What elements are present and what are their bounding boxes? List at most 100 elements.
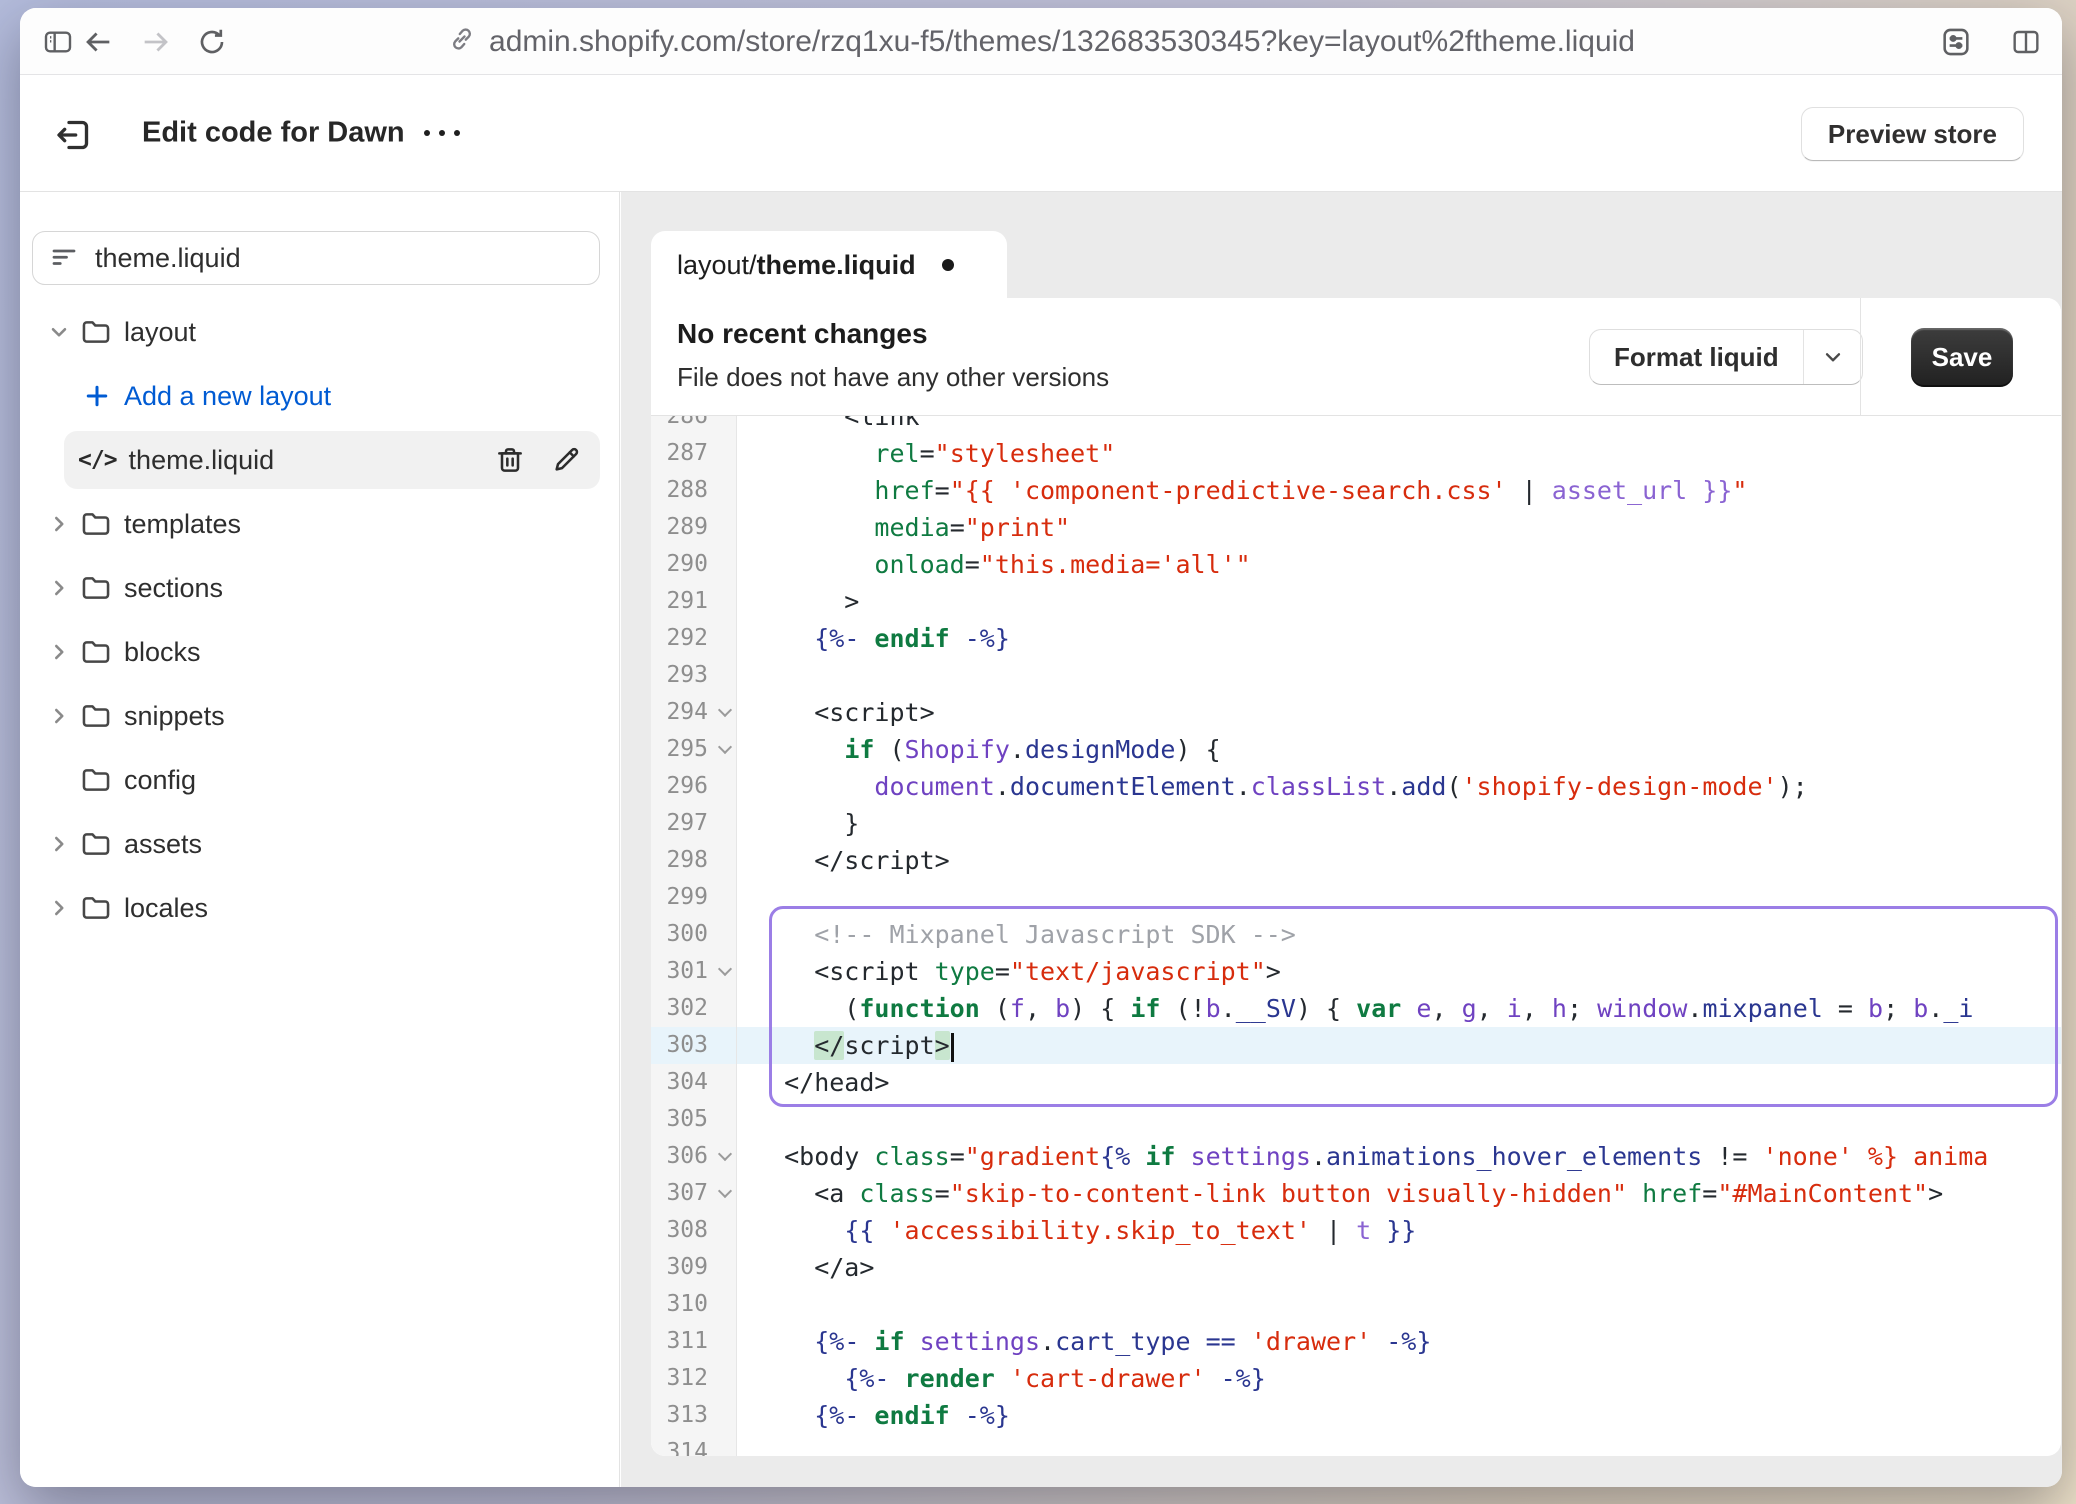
delete-file-icon[interactable] [488,444,532,476]
line-number[interactable]: 312 [651,1360,737,1397]
chevron-right-icon[interactable] [44,703,74,729]
reload-icon[interactable] [192,22,232,62]
chevron-right-icon[interactable] [44,831,74,857]
sidebar-folder-layout[interactable]: layout [20,308,607,356]
line-number[interactable]: 292 [651,620,737,657]
sidebar-item-theme.liquid[interactable]: </>theme.liquid [20,436,607,484]
forward-icon[interactable] [136,22,176,62]
line-number[interactable]: 303 [651,1027,737,1064]
code-line-313[interactable]: 313 {%- endif -%} [651,1397,2061,1434]
format-liquid-label[interactable]: Format liquid [1590,330,1803,384]
add-new-layout-action[interactable]: Add a new layout [20,372,607,420]
file-filter-input[interactable] [93,242,583,275]
page-settings-icon[interactable] [1936,22,1976,62]
code-line-310[interactable]: 310 [651,1286,2061,1323]
split-view-icon[interactable] [2006,22,2046,62]
code-line-307[interactable]: 307 <a class="skip-to-content-link butto… [651,1175,2061,1212]
line-number[interactable]: 311 [651,1323,737,1360]
preview-store-button[interactable]: Preview store [1801,107,2024,161]
format-options-chevron[interactable] [1803,330,1862,384]
code-line-301[interactable]: 301 <script type="text/javascript"> [651,953,2061,990]
line-number[interactable]: 287 [651,435,737,472]
code-line-297[interactable]: 297 } [651,805,2061,842]
sidebar-folder-locales[interactable]: locales [20,884,607,932]
code-line-296[interactable]: 296 document.documentElement.classList.a… [651,768,2061,805]
tab-theme-liquid[interactable]: layout/theme.liquid [651,231,1007,299]
address-bar[interactable]: admin.shopify.com/store/rzq1xu-f5/themes… [447,8,1635,75]
line-number[interactable]: 297 [651,805,737,842]
sidebar-folder-templates[interactable]: templates [20,500,607,548]
code-line-304[interactable]: 304 </head> [651,1064,2061,1101]
line-number[interactable]: 299 [651,879,737,916]
back-icon[interactable] [78,22,118,62]
code-line-289[interactable]: 289 media="print" [651,509,2061,546]
line-number[interactable]: 304 [651,1064,737,1101]
line-number[interactable]: 298 [651,842,737,879]
code-line-306[interactable]: 306 <body class="gradient{% if settings.… [651,1138,2061,1175]
more-actions-icon[interactable] [424,130,460,136]
code-line-302[interactable]: 302 (function (f, b) { if (!b.__SV) { va… [651,990,2061,1027]
fold-chevron-icon[interactable] [718,740,732,754]
code-line-312[interactable]: 312 {%- render 'cart-drawer' -%} [651,1360,2061,1397]
line-number[interactable]: 309 [651,1249,737,1286]
code-line-303[interactable]: 303 </script> [651,1027,2061,1064]
line-number[interactable]: 310 [651,1286,737,1323]
line-number[interactable]: 293 [651,657,737,694]
chevron-down-icon[interactable] [44,319,74,345]
chevron-right-icon[interactable] [44,639,74,665]
sidebar-folder-snippets[interactable]: snippets [20,692,607,740]
file-filter-field[interactable] [32,231,600,285]
line-number[interactable]: 296 [651,768,737,805]
chevron-right-icon[interactable] [44,511,74,537]
line-number[interactable]: 306 [651,1138,737,1175]
line-number[interactable]: 288 [651,472,737,509]
line-number[interactable]: 300 [651,916,737,953]
line-number[interactable]: 289 [651,509,737,546]
line-number[interactable]: 290 [651,546,737,583]
code-line-298[interactable]: 298 </script> [651,842,2061,879]
sidebar-folder-assets[interactable]: assets [20,820,607,868]
code-line-308[interactable]: 308 {{ 'accessibility.skip_to_text' | t … [651,1212,2061,1249]
format-liquid-button[interactable]: Format liquid [1589,329,1863,385]
selected-file-row[interactable]: </>theme.liquid [64,431,600,489]
code-line-300[interactable]: 300 <!-- Mixpanel Javascript SDK --> [651,916,2061,953]
fold-chevron-icon[interactable] [718,1184,732,1198]
code-line-305[interactable]: 305 [651,1101,2061,1138]
line-number[interactable]: 302 [651,990,737,1027]
code-line-292[interactable]: 292 {%- endif -%} [651,620,2061,657]
line-number[interactable]: 314 [651,1434,737,1456]
chevron-right-icon[interactable] [44,575,74,601]
code-line-299[interactable]: 299 [651,879,2061,916]
line-number[interactable]: 301 [651,953,737,990]
sidebar-folder-sections[interactable]: sections [20,564,607,612]
line-number[interactable]: 313 [651,1397,737,1434]
line-number[interactable]: 291 [651,583,737,620]
line-number[interactable]: 286 [651,416,737,435]
code-line-291[interactable]: 291 > [651,583,2061,620]
line-number[interactable]: 295 [651,731,737,768]
line-number[interactable]: 305 [651,1101,737,1138]
sidebar-folder-config[interactable]: config [20,756,607,804]
chevron-right-icon[interactable] [44,895,74,921]
fold-chevron-icon[interactable] [718,962,732,976]
code-editor[interactable]: 286 <link287 rel="stylesheet"288 href="{… [651,416,2061,1456]
code-line-288[interactable]: 288 href="{{ 'component-predictive-searc… [651,472,2061,509]
code-line-293[interactable]: 293 [651,657,2061,694]
sidebar-toggle-icon[interactable] [38,22,78,62]
code-line-294[interactable]: 294 <script> [651,694,2061,731]
fold-chevron-icon[interactable] [718,703,732,717]
line-number[interactable]: 307 [651,1175,737,1212]
code-line-287[interactable]: 287 rel="stylesheet" [651,435,2061,472]
fold-chevron-icon[interactable] [718,1147,732,1161]
code-line-309[interactable]: 309 </a> [651,1249,2061,1286]
rename-file-icon[interactable] [544,444,588,476]
code-line-314[interactable]: 314 [651,1434,2061,1456]
line-number[interactable]: 294 [651,694,737,731]
save-button[interactable]: Save [1911,328,2013,387]
code-line-295[interactable]: 295 if (Shopify.designMode) { [651,731,2061,768]
code-line-311[interactable]: 311 {%- if settings.cart_type == 'drawer… [651,1323,2061,1360]
sidebar-folder-blocks[interactable]: blocks [20,628,607,676]
exit-editor-icon[interactable] [52,113,96,157]
line-number[interactable]: 308 [651,1212,737,1249]
code-line-290[interactable]: 290 onload="this.media='all'" [651,546,2061,583]
